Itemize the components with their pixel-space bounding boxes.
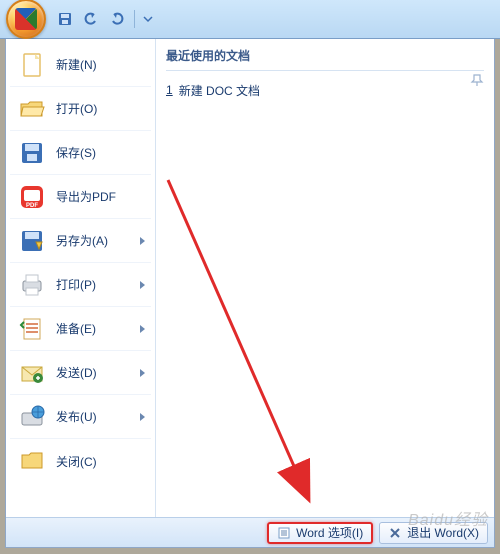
chevron-down-icon: [143, 14, 153, 24]
menu-item-save[interactable]: 保存(S): [10, 131, 151, 175]
save-icon: [57, 11, 73, 27]
menu-item-label: 发布(U): [56, 408, 97, 425]
qat-customize-dropdown[interactable]: [141, 14, 155, 24]
prepare-icon: [16, 313, 48, 345]
menu-footer: Word 选项(I) 退出 Word(X): [6, 517, 494, 547]
save-as-icon: [16, 225, 48, 257]
chevron-right-icon: [140, 237, 145, 245]
recent-documents-title: 最近使用的文档: [166, 47, 484, 64]
qat-undo-button[interactable]: [80, 8, 102, 30]
chevron-right-icon: [140, 369, 145, 377]
menu-item-publish[interactable]: 发布(U): [10, 395, 151, 439]
office-button[interactable]: [6, 0, 46, 39]
chevron-right-icon: [140, 325, 145, 333]
undo-icon: [83, 11, 99, 27]
menu-item-label: 另存为(A): [56, 232, 108, 249]
exit-word-button[interactable]: 退出 Word(X): [379, 522, 488, 544]
menu-item-label: 关闭(C): [56, 453, 97, 470]
qat-save-button[interactable]: [54, 8, 76, 30]
menu-item-label: 导出为PDF: [56, 188, 116, 205]
qat-separator: [134, 10, 135, 28]
printer-icon: [16, 269, 48, 301]
quick-access-toolbar: [54, 8, 155, 30]
word-options-button[interactable]: Word 选项(I): [267, 522, 373, 544]
menu-item-new[interactable]: 新建(N): [10, 43, 151, 87]
menu-item-label: 保存(S): [56, 144, 96, 161]
recent-item-label: 新建 DOC 文档: [179, 82, 260, 99]
word-options-label: Word 选项(I): [296, 524, 363, 541]
title-bar: [0, 0, 500, 39]
divider: [166, 70, 484, 71]
menu-item-label: 发送(D): [56, 364, 97, 381]
chevron-right-icon: [140, 281, 145, 289]
menu-item-label: 打印(P): [56, 276, 96, 293]
menu-item-close[interactable]: 关闭(C): [10, 439, 151, 483]
options-icon: [277, 526, 291, 540]
pin-icon[interactable]: [470, 73, 484, 90]
recent-item-number: 1: [166, 83, 173, 97]
menu-item-open[interactable]: 打开(O): [10, 87, 151, 131]
office-menu-panel: 新建(N) 打开(O) 保存(S) PDF 导出为PDF: [5, 39, 495, 548]
recent-documents-panel: 最近使用的文档 1 新建 DOC 文档: [156, 39, 494, 517]
menu-item-print[interactable]: 打印(P): [10, 263, 151, 307]
menu-item-send[interactable]: 发送(D): [10, 351, 151, 395]
menu-item-export-pdf[interactable]: PDF 导出为PDF: [10, 175, 151, 219]
pdf-icon: PDF: [16, 181, 48, 213]
close-icon: [388, 526, 402, 540]
qat-redo-button[interactable]: [106, 8, 128, 30]
menu-item-save-as[interactable]: 另存为(A): [10, 219, 151, 263]
menu-body: 新建(N) 打开(O) 保存(S) PDF 导出为PDF: [6, 39, 494, 517]
redo-icon: [109, 11, 125, 27]
close-folder-icon: [16, 445, 48, 477]
exit-word-label: 退出 Word(X): [407, 524, 479, 541]
publish-globe-icon: [16, 401, 48, 433]
menu-left-column: 新建(N) 打开(O) 保存(S) PDF 导出为PDF: [6, 39, 156, 517]
chevron-right-icon: [140, 413, 145, 421]
menu-item-label: 打开(O): [56, 100, 97, 117]
menu-item-prepare[interactable]: 准备(E): [10, 307, 151, 351]
new-file-icon: [16, 49, 48, 81]
open-folder-icon: [16, 93, 48, 125]
menu-item-label: 新建(N): [56, 56, 97, 73]
svg-text:PDF: PDF: [26, 203, 38, 209]
menu-item-label: 准备(E): [56, 320, 96, 337]
recent-document-item[interactable]: 1 新建 DOC 文档: [166, 79, 484, 101]
save-disk-icon: [16, 137, 48, 169]
send-mail-icon: [16, 357, 48, 389]
